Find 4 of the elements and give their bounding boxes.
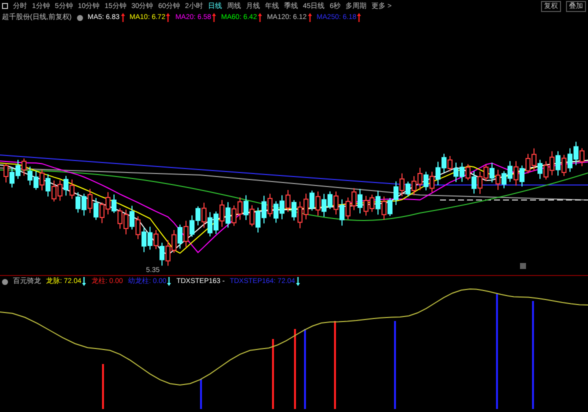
indicator-bar xyxy=(272,339,274,409)
indicator-bar xyxy=(200,379,202,409)
indicator-bar xyxy=(102,364,104,409)
square-icon[interactable] xyxy=(2,3,8,9)
